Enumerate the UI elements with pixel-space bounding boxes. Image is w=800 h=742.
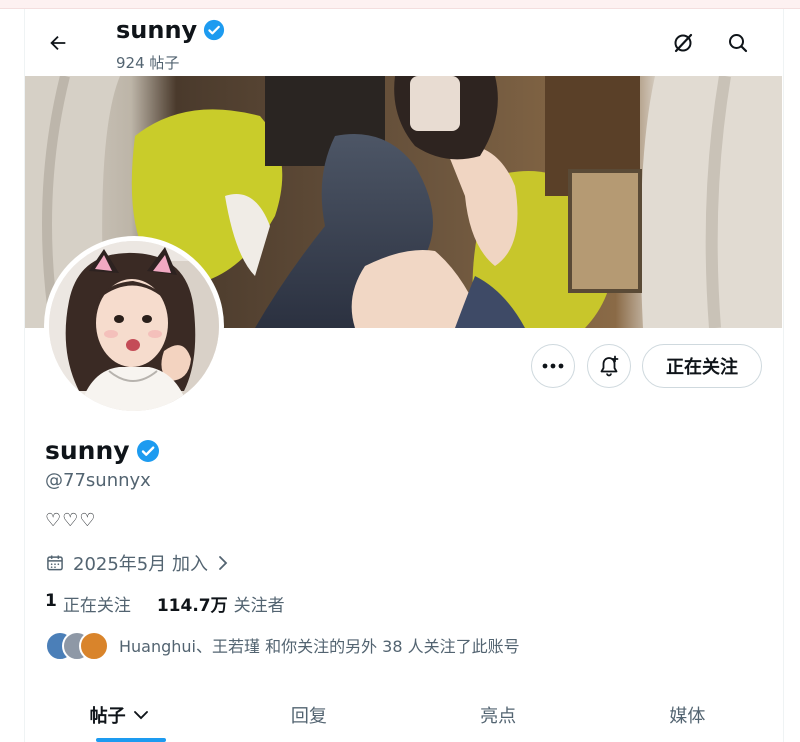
known-followers-text: Huanghui、王若瑾 和你关注的另外 38 人关注了此账号	[119, 637, 520, 656]
tab-label: 回复	[290, 706, 327, 727]
followers-count: 114.7万	[156, 596, 228, 616]
chevron-right-icon	[219, 556, 228, 570]
following-stat[interactable]: 1 正在关注	[45, 591, 131, 616]
avatar-photo	[49, 241, 219, 411]
tab-replies[interactable]: 回复	[214, 690, 403, 742]
followers-stat[interactable]: 114.7万 关注者	[157, 591, 285, 616]
header-title: sunny	[116, 16, 225, 44]
grok-icon	[674, 33, 693, 53]
chevron-down-icon	[133, 711, 148, 720]
following-label: 正在关注	[62, 596, 131, 616]
more-options-button[interactable]	[531, 344, 575, 388]
back-arrow-icon	[50, 35, 66, 51]
profile-bio: ♡♡♡	[45, 510, 97, 531]
more-dots-icon	[542, 363, 564, 369]
profile-name: sunny	[45, 436, 130, 465]
calendar-icon	[47, 555, 63, 571]
followers-label: 关注者	[233, 596, 285, 616]
follow-stats: 1 正在关注 114.7万 关注者	[45, 591, 285, 616]
post-count: 924 帖子	[116, 54, 180, 72]
profile-handle: @77sunnyx	[45, 470, 151, 491]
search-button[interactable]	[722, 27, 754, 59]
tab-label: 媒体	[669, 706, 706, 727]
browser-top-strip	[0, 0, 800, 9]
bell-plus-icon	[600, 355, 619, 377]
header-name: sunny	[116, 16, 198, 44]
following-button[interactable]: 正在关注	[642, 344, 762, 388]
profile-tabs: 帖子 回复 亮点 媒体	[25, 690, 782, 742]
verified-badge-icon	[136, 439, 159, 462]
grok-button[interactable]	[667, 27, 699, 59]
follower-avatar	[79, 631, 109, 661]
search-icon	[729, 34, 748, 53]
known-followers[interactable]: Huanghui、王若瑾 和你关注的另外 38 人关注了此账号	[45, 630, 520, 661]
back-button[interactable]	[42, 27, 74, 59]
tab-posts[interactable]: 帖子	[25, 690, 214, 742]
tab-label: 亮点	[480, 706, 517, 727]
verified-badge-icon	[204, 19, 225, 41]
known-followers-avatars	[45, 630, 109, 661]
joined-date[interactable]: 2025年5月 加入	[45, 550, 230, 576]
joined-text: 2025年5月 加入	[73, 554, 208, 575]
tab-label: 帖子	[89, 706, 126, 727]
profile-avatar[interactable]	[44, 236, 224, 416]
tab-media[interactable]: 媒体	[593, 690, 782, 742]
notifications-button[interactable]	[587, 344, 631, 388]
profile-name-row: sunny	[45, 436, 160, 465]
following-count: 1	[45, 591, 57, 611]
tab-highlights[interactable]: 亮点	[404, 690, 593, 742]
active-tab-indicator	[96, 738, 166, 742]
